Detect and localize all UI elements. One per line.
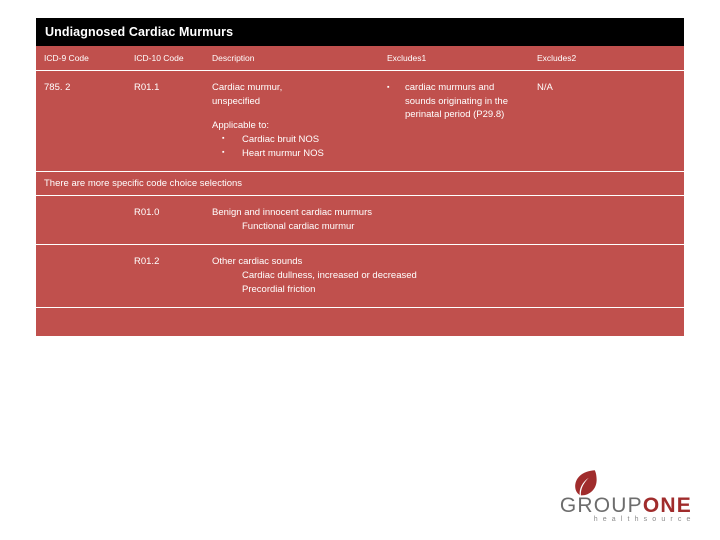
- column-header-icd9: ICD-9 Code: [36, 46, 126, 71]
- sub-detail: Functional cardiac murmur: [242, 221, 355, 232]
- table-row: R01.2 Other cardiac sounds Cardiac dulln…: [36, 244, 684, 308]
- column-header-icd10: ICD-10 Code: [126, 46, 204, 71]
- sub-detail: Cardiac dullness, increased or decreased: [242, 270, 417, 281]
- description-line-2: unspecified: [212, 95, 261, 107]
- table-row: R01.0 Benign and innocent cardiac murmur…: [36, 195, 684, 245]
- cell-sub-code: R01.2: [126, 244, 204, 308]
- cell-sub-code: R01.0: [126, 195, 204, 245]
- description-line-1: Cardiac murmur,: [212, 82, 283, 93]
- list-item: Heart murmur NOS: [212, 146, 371, 161]
- code-table: ICD-9 Code ICD-10 Code Description Exclu…: [36, 46, 684, 336]
- logo: GROUPONE h e a l t h s o u r c e: [496, 468, 696, 524]
- cell-icd10-code: R01.1: [126, 70, 204, 172]
- table-header-row: ICD-9 Code ICD-10 Code Description Exclu…: [36, 46, 684, 71]
- logo-text: GROUPONE h e a l t h s o u r c e: [560, 494, 692, 523]
- logo-word-one: ONE: [642, 494, 692, 517]
- page-title: Undiagnosed Cardiac Murmurs: [45, 25, 234, 39]
- applicable-to-label: Applicable to:: [212, 120, 270, 131]
- slide-title-bar: Undiagnosed Cardiac Murmurs: [36, 18, 684, 46]
- square-bullet-icon: ▪: [387, 84, 390, 91]
- cell-description: Cardiac murmur, unspecified Applicable t…: [204, 70, 379, 172]
- excludes1-text: cardiac murmurs and sounds originating i…: [405, 82, 508, 120]
- list-item: Cardiac bruit NOS: [212, 132, 371, 147]
- slide-canvas: Undiagnosed Cardiac Murmurs ICD-9 Code I…: [0, 0, 720, 540]
- cell-filler: [36, 307, 684, 336]
- cell-sub-description: Other cardiac sounds Cardiac dullness, i…: [204, 244, 684, 308]
- table-row: 785. 2 R01.1 Cardiac murmur, unspecified…: [36, 70, 684, 172]
- column-header-excludes1: Excludes1: [379, 46, 529, 71]
- cell-excludes2: N/A: [529, 70, 684, 172]
- sub-title: Other cardiac sounds: [212, 256, 303, 267]
- cell-empty: [36, 244, 126, 308]
- applicable-to-list: Cardiac bruit NOS Heart murmur NOS: [212, 132, 371, 161]
- table-note-row: There are more specific code choice sele…: [36, 171, 684, 196]
- more-specific-note: There are more specific code choice sele…: [36, 171, 684, 196]
- sub-detail: Precordial friction: [242, 284, 316, 295]
- cell-excludes1: ▪ cardiac murmurs and sounds originating…: [379, 70, 529, 172]
- cell-sub-description: Benign and innocent cardiac murmurs Func…: [204, 195, 684, 245]
- table-filler-row: [36, 307, 684, 336]
- cell-icd9-code: 785. 2: [36, 70, 126, 172]
- logo-word-group: GROUP: [559, 494, 643, 517]
- column-header-excludes2: Excludes2: [529, 46, 684, 71]
- cell-empty: [36, 195, 126, 245]
- excludes1-wrap: ▪ cardiac murmurs and sounds originating…: [387, 81, 521, 122]
- sub-title: Benign and innocent cardiac murmurs: [212, 207, 373, 218]
- column-header-description: Description: [204, 46, 379, 71]
